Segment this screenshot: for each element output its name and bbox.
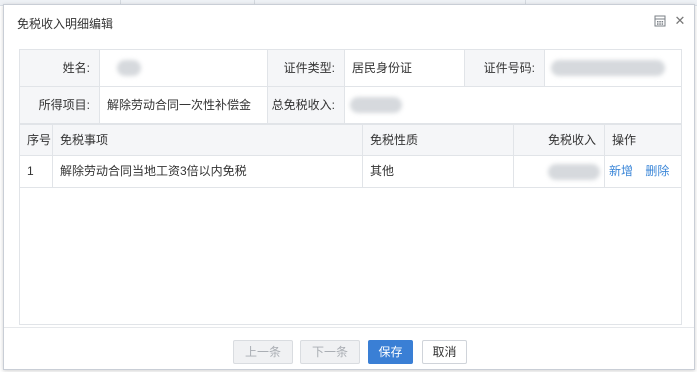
row-amount <box>514 156 605 187</box>
row-actions: 新增 删除 <box>605 156 681 187</box>
id-type-value: 居民身份证 <box>345 50 465 86</box>
dialog-title: 免税收入明细编辑 <box>17 17 114 31</box>
name-value <box>100 50 268 86</box>
row-amount-redacted-blur <box>548 164 600 180</box>
calculator-icon[interactable] <box>654 15 666 27</box>
id-number-redacted-blur <box>551 60 665 76</box>
cancel-button[interactable]: 取消 <box>422 340 467 364</box>
row-nature: 其他 <box>363 156 514 187</box>
column-header-amount: 免税收入 <box>514 125 605 156</box>
column-header-index: 序号 <box>20 125 53 156</box>
taxpayer-info-form: 姓名: 证件类型: 居民身份证 证件号码: 所得项目: 解除劳动合同一次性补偿金… <box>19 49 682 124</box>
form-row-2: 所得项目: 解除劳动合同一次性补偿金 总免税收入: <box>20 87 681 124</box>
income-item-label: 所得项目: <box>20 87 100 123</box>
table-row: 1 解除劳动合同当地工资3倍以内免税 其他 新增 删除 <box>20 156 681 188</box>
form-row-1: 姓名: 证件类型: 居民身份证 证件号码: <box>20 50 681 87</box>
id-type-label: 证件类型: <box>268 50 345 86</box>
row-item: 解除劳动合同当地工资3倍以内免税 <box>53 156 363 187</box>
name-label: 姓名: <box>20 50 100 86</box>
next-record-button[interactable]: 下一条 <box>300 340 360 364</box>
dialog-title-bar: 免税收入明细编辑 ✕ <box>4 5 694 38</box>
exempt-income-detail-dialog: 免税收入明细编辑 ✕ 姓名: 证件类型: 居民身份证 证件号码: 所得项目: 解… <box>3 4 695 370</box>
dialog-footer: 上一条 下一条 保存 取消 <box>4 327 694 369</box>
save-button[interactable]: 保存 <box>368 340 413 364</box>
table-header: 序号 免税事项 免税性质 免税收入 操作 <box>20 124 681 156</box>
delete-row-link[interactable]: 删除 <box>645 164 669 178</box>
add-row-link[interactable]: 新增 <box>609 164 633 178</box>
row-index: 1 <box>20 156 53 187</box>
column-header-actions: 操作 <box>612 133 637 147</box>
close-icon[interactable]: ✕ <box>674 14 686 27</box>
id-number-value <box>545 50 681 86</box>
id-number-label: 证件号码: <box>465 50 545 86</box>
column-header-nature: 免税性质 <box>363 125 514 156</box>
name-redacted-blur <box>117 60 141 76</box>
total-exempt-label: 总免税收入: <box>268 87 345 123</box>
column-header-item: 免税事项 <box>53 125 363 156</box>
total-exempt-redacted-blur <box>350 97 402 113</box>
prev-record-button[interactable]: 上一条 <box>233 340 293 364</box>
income-item-value: 解除劳动合同一次性补偿金 <box>100 87 268 123</box>
exempt-items-table: 序号 免税事项 免税性质 免税收入 操作 1 解除劳动合同当地工资3倍以内免税 … <box>19 124 682 325</box>
total-exempt-value <box>345 87 681 123</box>
